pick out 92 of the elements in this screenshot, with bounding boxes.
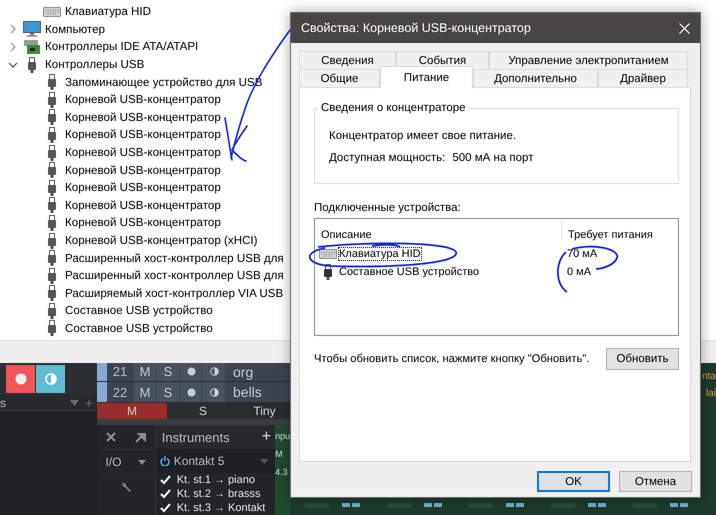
dropdown-caret-icon[interactable]: [138, 460, 146, 464]
io-button[interactable]: I/O: [105, 455, 122, 469]
channel-label: M: [275, 449, 284, 459]
tree-item-label[interactable]: Расширенный хост-контроллер USB для: [65, 252, 284, 265]
checkbox[interactable]: [158, 488, 172, 500]
column-header[interactable]: Tiny: [239, 403, 290, 420]
track-name: org: [233, 364, 254, 380]
column-header[interactable]: Описание: [315, 229, 561, 241]
mute-button[interactable]: M: [134, 363, 156, 381]
tab[interactable]: Питание: [380, 66, 473, 88]
tree-item-label[interactable]: Клавиатура HID: [65, 5, 151, 18]
group-title: Сведения о концентраторе: [320, 102, 467, 114]
record-button[interactable]: [6, 365, 35, 393]
tree-item-label[interactable]: Корневой USB-концентратор: [65, 181, 221, 194]
record-arm-button[interactable]: [180, 363, 202, 381]
ok-button[interactable]: OK: [537, 471, 610, 492]
tree-item-label[interactable]: Корневой USB-концентратор: [65, 164, 221, 177]
tree-item-label[interactable]: Расширенный хост-контроллер USB для: [65, 269, 284, 282]
tree-item-label[interactable]: Контроллеры USB: [45, 58, 144, 72]
output-label: Kt. st.2 → brasss: [176, 488, 260, 500]
channel-label: nta: [702, 371, 716, 382]
tree-item-label[interactable]: Корневой USB-концентратор: [65, 128, 221, 142]
panel-label: s: [0, 396, 6, 410]
window-title: Свойства: Корневой USB-концентратор: [301, 21, 531, 35]
cancel-button[interactable]: Отмена: [619, 471, 692, 492]
panel-title: Instruments: [162, 430, 230, 444]
solo-button[interactable]: S: [157, 363, 179, 381]
close-icon[interactable]: [106, 432, 116, 442]
list-label: Подключенные устройства:: [314, 202, 462, 214]
channel-label: npu: [275, 431, 290, 441]
track-row[interactable]: 21 M S org: [97, 363, 290, 382]
add-button[interactable]: +: [262, 428, 272, 446]
device-name[interactable]: Клавиатура HID: [339, 248, 421, 260]
output-label: Kt. st.3 → Kontakt: [176, 502, 266, 514]
tree-item-label[interactable]: Корневой USB-концентратор: [65, 146, 221, 160]
record-dot-icon: [186, 367, 196, 376]
tree-item-label[interactable]: Корневой USB-концентратор: [65, 110, 221, 124]
tree-item-label[interactable]: Корневой USB-концентратор (xHCI): [65, 234, 258, 248]
checkbox[interactable]: [158, 502, 172, 514]
monitor-icon: [23, 21, 41, 38]
power-value: 70 мА: [566, 248, 598, 260]
track-row[interactable]: 22 M S bells: [97, 382, 290, 404]
global-toggle-button[interactable]: S: [167, 403, 239, 420]
device-list[interactable]: Описание Требует питания Клавиатура HID 70 мА Составное USB устройство 0 мА: [314, 218, 679, 336]
track-number: 22: [112, 384, 128, 400]
column-header[interactable]: Требует питания: [561, 219, 653, 241]
tab[interactable]: Сведения: [299, 51, 396, 69]
half-circle-icon: [44, 373, 56, 385]
power-note: Концентратор имеет свое питание.: [329, 130, 518, 142]
keyboard-icon: [319, 249, 337, 259]
tree-item-label[interactable]: Составное USB устройство: [65, 322, 213, 335]
record-dot-icon: [14, 373, 26, 385]
output-label: Kt. st.1 → piano: [176, 474, 255, 486]
track-name: bells: [233, 384, 262, 400]
field-label: Доступная мощность:: [329, 152, 446, 164]
power-icon[interactable]: [160, 456, 170, 466]
keyboard-icon: [43, 6, 61, 17]
controller-card-icon: [23, 38, 41, 55]
tree-item-label[interactable]: Корневой USB-концентратор: [65, 216, 221, 230]
tab[interactable]: Дополнительно: [473, 69, 598, 87]
half-circle-icon: [210, 388, 218, 397]
tree-item-label[interactable]: Корневой USB-концентратор: [65, 198, 221, 212]
usb-plug-icon: [28, 56, 36, 73]
channel-label: 4.3: [275, 467, 289, 477]
dropdown-caret-icon[interactable]: [70, 400, 79, 406]
tree-item-label[interactable]: Контроллеры IDE ATA/ATAPI: [45, 40, 198, 54]
global-toggle-button[interactable]: M: [97, 403, 167, 420]
refresh-button[interactable]: Обновить: [606, 348, 679, 370]
track-number: 21: [112, 364, 128, 380]
solo-button[interactable]: S: [157, 382, 179, 402]
hint-text: Чтобы обновить список, нажмите кнопку "Обновить".: [314, 353, 590, 365]
field-value: 500 мА на порт: [452, 152, 534, 164]
monitor-button[interactable]: [203, 382, 225, 402]
tab[interactable]: Драйвер: [598, 69, 688, 87]
monitor-button[interactable]: [203, 363, 225, 381]
record-dot-icon: [186, 388, 196, 397]
tree-item-label[interactable]: Корневой USB-концентратор: [65, 93, 221, 106]
tree-item-label[interactable]: Компьютер: [45, 22, 106, 36]
record-arm-button[interactable]: [180, 382, 202, 402]
checkbox[interactable]: [158, 474, 172, 486]
tree-item-label[interactable]: Составное USB устройство: [65, 304, 213, 318]
half-circle-icon: [210, 367, 218, 376]
device-name[interactable]: Составное USB устройство: [339, 266, 480, 278]
tree-item-label[interactable]: Расширяемый хост-контроллер VIA USB: [65, 286, 284, 300]
channel-label: lai: [706, 388, 716, 399]
power-value: 0 мА: [566, 266, 592, 278]
tab[interactable]: Общие: [299, 69, 380, 87]
wrench-icon[interactable]: [120, 482, 132, 492]
expand-arrow-icon[interactable]: [134, 432, 146, 442]
usb-plug-icon: [324, 264, 332, 280]
tab[interactable]: Управление электропитанием: [489, 51, 688, 69]
mute-button[interactable]: M: [134, 382, 156, 402]
